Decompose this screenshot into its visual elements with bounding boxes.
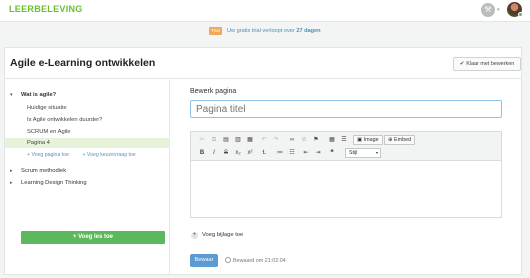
add-lesson-button[interactable]: + Voeg les toe	[21, 231, 165, 244]
top-bar: LEERBELEVING ⚒ ▾	[0, 0, 530, 22]
chevron-down-icon[interactable]: ▾	[497, 7, 500, 13]
trial-message[interactable]: Uw gratis trial verloopt over 27 dagen	[227, 27, 321, 35]
add-lesson-label: Voeg les toe	[78, 234, 114, 240]
undo-icon[interactable]: ↶	[259, 136, 269, 145]
table-icon[interactable]: ▦	[327, 136, 337, 145]
done-editing-label: Klaar met bewerken	[466, 61, 515, 67]
embed-button[interactable]: ⊕ Embed	[384, 135, 416, 145]
add-page-label: Voeg pagina toe	[31, 152, 69, 158]
subscript-icon[interactable]: x₂	[233, 149, 243, 158]
chapter-item[interactable]: Wat is agile?	[21, 92, 56, 98]
rich-text-editor: ✂ ⧉ ▤ ▥ ▦ ↶ ↷ ∞ ⊘ ⚑ ▦ ☰ ▣ Image ⊕ Embed …	[190, 131, 502, 218]
strikethrough-icon[interactable]: S	[221, 149, 231, 158]
chapter-item[interactable]: Scrum methodiek	[21, 168, 66, 174]
unlink-icon[interactable]: ⊘	[299, 136, 309, 145]
bold-icon[interactable]: B	[197, 149, 207, 158]
add-page-link[interactable]: + Voeg pagina toe	[27, 152, 75, 158]
paste-text-icon[interactable]: ▥	[233, 136, 243, 145]
chevron-right-icon[interactable]: ▸	[10, 180, 13, 186]
paste-word-icon[interactable]: ▦	[245, 136, 255, 145]
copy-icon[interactable]: ⧉	[209, 136, 219, 145]
trial-days: 27 dagen	[296, 28, 321, 34]
add-quiz-label: Voeg keuzevraag toe	[86, 152, 136, 158]
course-panel: Agile e-Learning ontwikkelen ✔ Klaar met …	[4, 47, 522, 275]
page-item[interactable]: Is Agile ontwikkelen duurder?	[27, 117, 102, 123]
chevron-down-icon: ▾	[375, 150, 378, 155]
image-button[interactable]: ▣ Image	[353, 135, 383, 145]
style-select[interactable]: Stijl ▾	[345, 148, 381, 158]
outdent-icon[interactable]: ⇤	[301, 149, 311, 158]
save-button[interactable]: Bewaar	[190, 254, 218, 267]
italic-icon[interactable]: I	[209, 149, 219, 158]
horizontal-rule-icon[interactable]: ☰	[339, 136, 349, 145]
add-attachment[interactable]: + Voeg bijlage toe	[191, 232, 243, 239]
remove-format-icon[interactable]: Ɫ	[259, 149, 269, 158]
globe-icon: ⊕	[388, 137, 393, 143]
page-item[interactable]: Huidige situatie	[27, 105, 67, 111]
indent-icon[interactable]: ⇥	[313, 149, 323, 158]
blockquote-icon[interactable]: ❝	[327, 149, 337, 158]
chapter-item[interactable]: Learning Design Thinking	[21, 180, 87, 186]
wrench-icon[interactable]: ⚒	[481, 3, 495, 17]
trial-message-prefix: Uw gratis trial verloopt over	[227, 28, 297, 34]
app-logo[interactable]: LEERBELEVING	[9, 4, 83, 14]
embed-button-label: Embed	[394, 137, 412, 143]
page-item[interactable]: SCRUM en Agile	[27, 129, 71, 135]
chevron-right-icon[interactable]: ▸	[10, 168, 13, 174]
page-title-input[interactable]	[190, 100, 502, 118]
add-links: + Voeg pagina toe + Voeg keuzevraag toe	[27, 152, 148, 158]
numbered-list-icon[interactable]: ≔	[275, 149, 285, 158]
bullet-list-icon[interactable]: ☷	[287, 149, 297, 158]
trial-notice: Trial Uw gratis trial verloopt over 27 d…	[0, 23, 530, 40]
clock-icon	[225, 257, 231, 263]
edit-page-heading: Bewerk pagina	[190, 88, 237, 95]
saved-status: Bewaard om 21:02:04	[225, 257, 286, 264]
superscript-icon[interactable]: x²	[245, 149, 255, 158]
page-title: Agile e-Learning ontwikkelen	[10, 57, 156, 69]
image-button-label: Image	[363, 137, 379, 143]
cut-icon[interactable]: ✂	[197, 136, 207, 145]
done-editing-button[interactable]: ✔ Klaar met bewerken	[453, 57, 521, 71]
add-attachment-label: Voeg bijlage toe	[202, 232, 244, 238]
style-select-value: Stijl	[349, 150, 358, 156]
panel-header: Agile e-Learning ontwikkelen ✔ Klaar met …	[5, 48, 521, 79]
saved-status-text: Bewaard om 21:02:04	[233, 258, 286, 264]
online-status-dot	[518, 12, 523, 17]
trial-badge: Trial	[209, 27, 222, 35]
course-outline: ▾ Wat is agile? Huidige situatie Is Agil…	[5, 80, 170, 274]
paste-icon[interactable]: ▤	[221, 136, 231, 145]
add-quiz-link[interactable]: + Voeg keuzevraag toe	[82, 152, 141, 158]
check-icon: ✔	[459, 61, 465, 67]
redo-icon[interactable]: ↷	[271, 136, 281, 145]
chevron-down-icon[interactable]: ▾	[10, 92, 13, 98]
link-icon[interactable]: ∞	[287, 136, 297, 145]
page-editor: Bewerk pagina ✂ ⧉ ▤ ▥ ▦ ↶ ↷ ∞ ⊘ ⚑ ▦ ☰ ▣ …	[171, 80, 521, 274]
anchor-flag-icon[interactable]: ⚑	[311, 136, 321, 145]
page-item-active[interactable]: Pagina 4	[5, 138, 170, 148]
plus-icon: +	[191, 232, 198, 239]
editor-toolbar: ✂ ⧉ ▤ ▥ ▦ ↶ ↷ ∞ ⊘ ⚑ ▦ ☰ ▣ Image ⊕ Embed …	[191, 132, 501, 161]
image-icon: ▣	[357, 137, 363, 143]
